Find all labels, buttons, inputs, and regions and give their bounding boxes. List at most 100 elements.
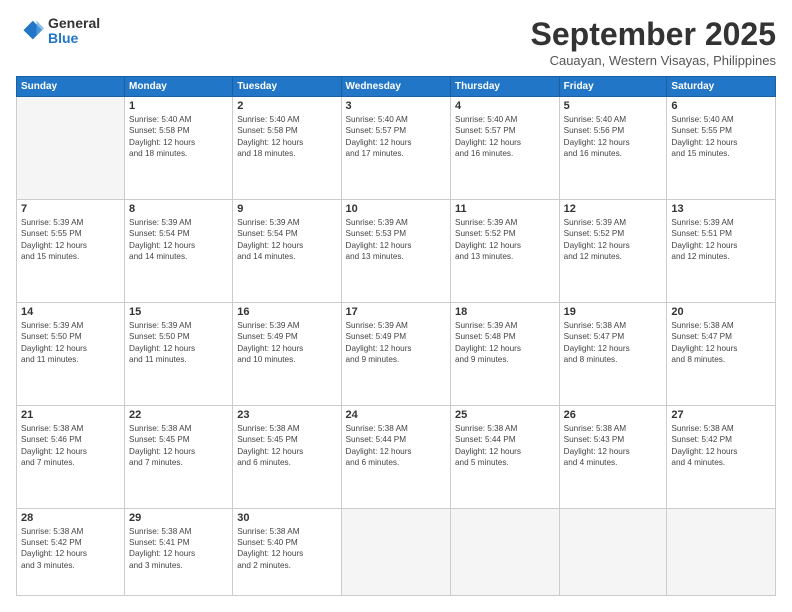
day-info: Sunrise: 5:39 AM Sunset: 5:49 PM Dayligh… <box>346 320 446 366</box>
calendar-table: Sunday Monday Tuesday Wednesday Thursday… <box>16 76 776 596</box>
day-info: Sunrise: 5:39 AM Sunset: 5:55 PM Dayligh… <box>21 217 120 263</box>
table-row: 18Sunrise: 5:39 AM Sunset: 5:48 PM Dayli… <box>450 302 559 405</box>
day-info: Sunrise: 5:38 AM Sunset: 5:46 PM Dayligh… <box>21 423 120 469</box>
day-number: 3 <box>346 100 446 112</box>
day-info: Sunrise: 5:39 AM Sunset: 5:54 PM Dayligh… <box>237 217 336 263</box>
title-section: September 2025 Cauayan, Western Visayas,… <box>531 16 776 68</box>
day-number: 28 <box>21 512 120 524</box>
table-row: 23 Sunrise: 5:38 AM Sunset: 5:45 PM Dayli… <box>233 405 341 508</box>
day-number: 23 <box>237 409 336 421</box>
day-number: 22 <box>129 409 228 421</box>
day-number: 21 <box>21 409 120 421</box>
day-info: Sunrise: 5:38 AM Sunset: 5:43 PM Dayligh… <box>564 423 663 469</box>
header-friday: Friday <box>559 77 667 97</box>
day-number: 26 <box>564 409 663 421</box>
day-info: Sunrise: 5:40 AM Sunset: 5:58 PM Dayligh… <box>129 114 228 160</box>
header-wednesday: Wednesday <box>341 77 450 97</box>
day-number: 20 <box>671 306 771 318</box>
day-info: Sunrise: 5:38 AM Sunset: 5:42 PM Dayligh… <box>671 423 771 469</box>
day-number: 16 <box>237 306 336 318</box>
day-number: 10 <box>346 203 446 215</box>
day-number: 8 <box>129 203 228 215</box>
table-row: 15 Sunrise: 5:39 AM Sunset: 5:50 PM Dayli… <box>125 302 233 405</box>
day-number: 14 <box>21 306 120 318</box>
day-info: Sunrise: 5:38 AM Sunset: 5:42 PM Dayligh… <box>21 526 120 572</box>
table-row: 17 Sunrise: 5:39 AM Sunset: 5:49 PM Dayli… <box>341 302 450 405</box>
day-number: 12 <box>564 203 663 215</box>
header-monday: Monday <box>125 77 233 97</box>
day-info: Sunrise: 5:39 AM Sunset: 5:50 PM Dayligh… <box>21 320 120 366</box>
header-tuesday: Tuesday <box>233 77 341 97</box>
day-info: Sunrise: 5:39 AM Sunset: 5:54 PM Dayligh… <box>129 217 228 263</box>
day-number: 7 <box>21 203 120 215</box>
table-row: 2Sunrise: 5:40 AM Sunset: 5:58 PM Daylig… <box>233 97 341 200</box>
day-info: Sunrise: 5:39 AM Sunset: 5:50 PM Dayligh… <box>129 320 228 366</box>
day-number: 19 <box>564 306 663 318</box>
table-row: 7 Sunrise: 5:39 AM Sunset: 5:55 PM Daylig… <box>17 199 125 302</box>
table-row: 14 Sunrise: 5:39 AM Sunset: 5:50 PM Dayli… <box>17 302 125 405</box>
day-number: 25 <box>455 409 555 421</box>
month-title: September 2025 <box>531 16 776 53</box>
table-row: 29Sunrise: 5:38 AM Sunset: 5:41 PM Dayli… <box>125 508 233 596</box>
table-row: 4 Sunrise: 5:40 AM Sunset: 5:57 PM Daylig… <box>450 97 559 200</box>
day-info: Sunrise: 5:39 AM Sunset: 5:52 PM Dayligh… <box>564 217 663 263</box>
day-info: Sunrise: 5:38 AM Sunset: 5:40 PM Dayligh… <box>237 526 336 572</box>
day-number: 11 <box>455 203 555 215</box>
day-info: Sunrise: 5:40 AM Sunset: 5:58 PM Dayligh… <box>237 114 336 160</box>
table-row: 24 Sunrise: 5:38 AM Sunset: 5:44 PM Dayli… <box>341 405 450 508</box>
table-row: 6Sunrise: 5:40 AM Sunset: 5:55 PM Daylig… <box>667 97 776 200</box>
logo: General Blue <box>16 16 100 47</box>
day-number: 29 <box>129 512 228 524</box>
table-row: 10 Sunrise: 5:39 AM Sunset: 5:53 PM Dayli… <box>341 199 450 302</box>
table-row: 5 Sunrise: 5:40 AM Sunset: 5:56 PM Daylig… <box>559 97 667 200</box>
day-info: Sunrise: 5:40 AM Sunset: 5:56 PM Dayligh… <box>564 114 663 160</box>
table-row: 8 Sunrise: 5:39 AM Sunset: 5:54 PM Daylig… <box>125 199 233 302</box>
day-info: Sunrise: 5:39 AM Sunset: 5:53 PM Dayligh… <box>346 217 446 263</box>
table-row <box>559 508 667 596</box>
table-row <box>341 508 450 596</box>
day-info: Sunrise: 5:38 AM Sunset: 5:47 PM Dayligh… <box>564 320 663 366</box>
day-number: 13 <box>671 203 771 215</box>
day-info: Sunrise: 5:38 AM Sunset: 5:45 PM Dayligh… <box>129 423 228 469</box>
day-number: 30 <box>237 512 336 524</box>
day-number: 24 <box>346 409 446 421</box>
location: Cauayan, Western Visayas, Philippines <box>531 53 776 68</box>
table-row: 3 Sunrise: 5:40 AM Sunset: 5:57 PM Daylig… <box>341 97 450 200</box>
day-number: 9 <box>237 203 336 215</box>
header-sunday: Sunday <box>17 77 125 97</box>
day-info: Sunrise: 5:38 AM Sunset: 5:44 PM Dayligh… <box>346 423 446 469</box>
day-info: Sunrise: 5:40 AM Sunset: 5:57 PM Dayligh… <box>346 114 446 160</box>
logo-icon <box>16 17 44 45</box>
day-info: Sunrise: 5:38 AM Sunset: 5:47 PM Dayligh… <box>671 320 771 366</box>
table-row <box>667 508 776 596</box>
table-row: 28 Sunrise: 5:38 AM Sunset: 5:42 PM Dayli… <box>17 508 125 596</box>
table-row: 12 Sunrise: 5:39 AM Sunset: 5:52 PM Dayli… <box>559 199 667 302</box>
table-row: 11Sunrise: 5:39 AM Sunset: 5:52 PM Dayli… <box>450 199 559 302</box>
table-row: 30 Sunrise: 5:38 AM Sunset: 5:40 PM Dayli… <box>233 508 341 596</box>
day-number: 17 <box>346 306 446 318</box>
day-number: 15 <box>129 306 228 318</box>
table-row: 26 Sunrise: 5:38 AM Sunset: 5:43 PM Dayli… <box>559 405 667 508</box>
table-row: 19 Sunrise: 5:38 AM Sunset: 5:47 PM Dayli… <box>559 302 667 405</box>
logo-general-text: General <box>48 16 100 31</box>
day-info: Sunrise: 5:38 AM Sunset: 5:44 PM Dayligh… <box>455 423 555 469</box>
day-info: Sunrise: 5:40 AM Sunset: 5:55 PM Dayligh… <box>671 114 771 160</box>
header-saturday: Saturday <box>667 77 776 97</box>
day-info: Sunrise: 5:38 AM Sunset: 5:45 PM Dayligh… <box>237 423 336 469</box>
table-row: 9 Sunrise: 5:39 AM Sunset: 5:54 PM Daylig… <box>233 199 341 302</box>
logo-blue-text: Blue <box>48 31 100 46</box>
day-number: 4 <box>455 100 555 112</box>
header-thursday: Thursday <box>450 77 559 97</box>
day-info: Sunrise: 5:40 AM Sunset: 5:57 PM Dayligh… <box>455 114 555 160</box>
calendar-header-row: Sunday Monday Tuesday Wednesday Thursday… <box>17 77 776 97</box>
day-number: 5 <box>564 100 663 112</box>
table-row <box>17 97 125 200</box>
day-info: Sunrise: 5:39 AM Sunset: 5:49 PM Dayligh… <box>237 320 336 366</box>
table-row: 13 Sunrise: 5:39 AM Sunset: 5:51 PM Dayli… <box>667 199 776 302</box>
day-number: 18 <box>455 306 555 318</box>
day-info: Sunrise: 5:39 AM Sunset: 5:51 PM Dayligh… <box>671 217 771 263</box>
table-row: 20 Sunrise: 5:38 AM Sunset: 5:47 PM Dayli… <box>667 302 776 405</box>
day-number: 1 <box>129 100 228 112</box>
table-row: 22 Sunrise: 5:38 AM Sunset: 5:45 PM Dayli… <box>125 405 233 508</box>
table-row: 25 Sunrise: 5:38 AM Sunset: 5:44 PM Dayli… <box>450 405 559 508</box>
